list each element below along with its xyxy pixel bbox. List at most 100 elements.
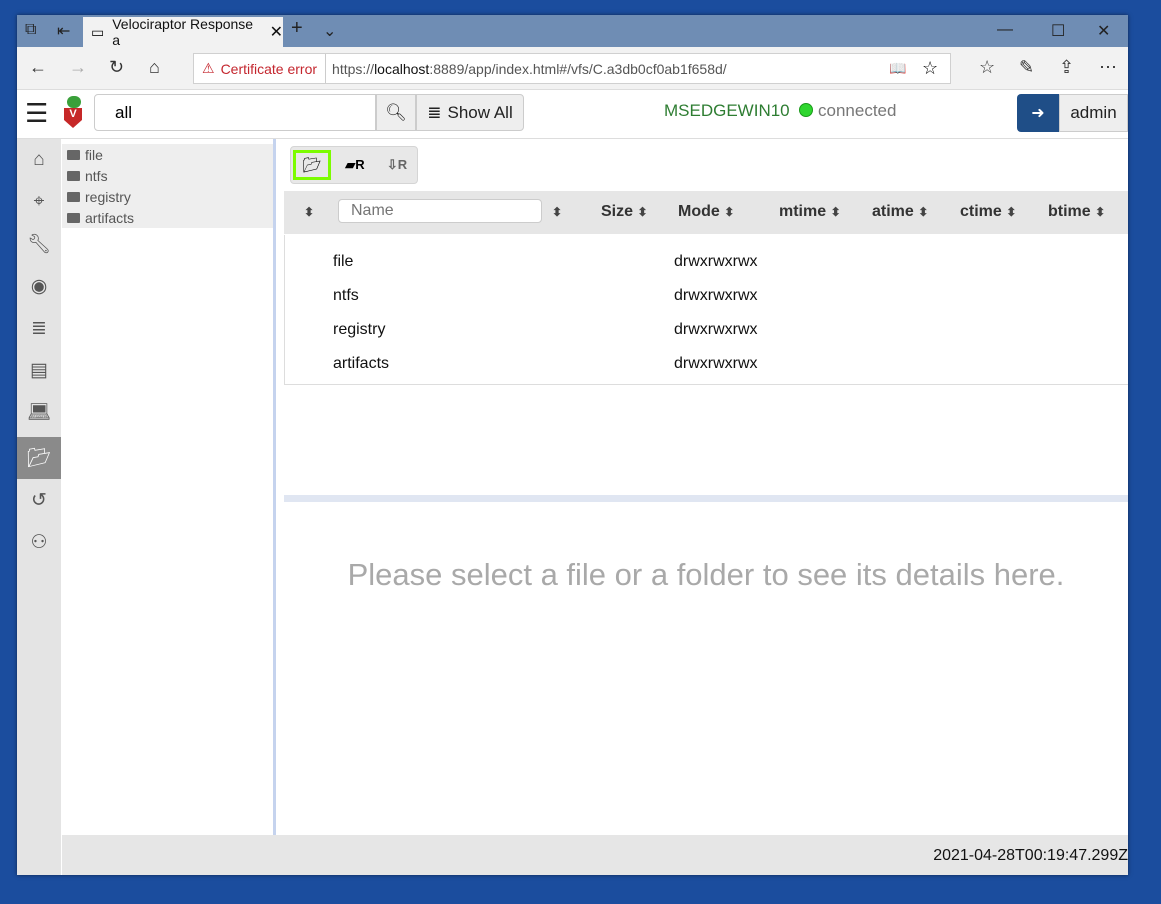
warning-icon: ⚠ [202,60,215,76]
notes-pen-icon[interactable]: ✎ [1019,57,1034,78]
file-mode: drwxrwxrwx [674,253,758,270]
home-icon: ⌂ [33,149,45,170]
nav-interrogate[interactable]: ⚇ [17,521,61,563]
tree-item[interactable]: registry [62,186,273,207]
favorite-star-icon[interactable]: ☆ [922,58,938,79]
file-mode: drwxrwxrwx [674,355,758,372]
search-icon: 🔍︎ [385,102,407,122]
tree-item[interactable]: file [62,144,273,165]
recursive-refresh-button[interactable]: ▰R [335,150,375,180]
server-icon: ≣ [427,102,442,122]
client-hostname: MSEDGEWIN10 [664,101,790,120]
sort-icon[interactable]: ⬍ [304,205,314,219]
app-header: ☰ V 🔍︎ ≣Show All MSEDGEWIN10 connected ➜… [17,90,1128,139]
url-host: localhost [374,60,430,77]
name-filter-input[interactable] [338,199,542,223]
vfs-toolbar: 📂︎ ▰R ⇩R [290,146,418,184]
column-atime[interactable]: atime ⬍ [872,203,928,221]
nav-server[interactable]: ≣ [17,307,61,349]
address-bar[interactable]: ⚠ Certificate error https://localhost:888… [193,53,951,84]
address-bar-row: ← → ↻ ⌂ ⚠ Certificate error https://local… [17,47,1128,90]
client-search-input[interactable] [94,94,376,131]
close-window-icon[interactable]: ✕ [1097,21,1110,41]
new-tab-icon[interactable]: + [291,17,303,40]
file-name: ntfs [333,287,359,304]
nav-home[interactable]: ⌂ [17,139,61,181]
tab-list-chevron-icon[interactable]: ⌄ [323,21,336,41]
favorites-list-icon[interactable]: ☆ [979,57,995,78]
more-icon[interactable]: ⋯ [1099,57,1117,78]
nav-notebooks[interactable]: ▤ [17,349,61,391]
column-label: mtime [779,203,827,220]
refresh-icon[interactable]: ↻ [109,57,124,78]
connection-status: connected [818,101,897,120]
table-row[interactable]: registry drwxrwxrwx [285,313,1128,347]
set-aside-tabs-icon[interactable]: ⇤ [57,21,70,41]
table-row[interactable]: artifacts drwxrwxrwx [285,347,1128,381]
details-placeholder: Please select a file or a folder to see … [347,557,1065,592]
folder-icon [67,191,80,202]
tree-item-label: registry [85,188,131,205]
reading-view-icon[interactable]: 📖 [889,60,906,77]
forward-icon[interactable]: → [69,57,87,78]
folder-open-icon: 📂︎ [26,448,52,469]
home-icon[interactable]: ⌂ [149,57,160,78]
column-label: atime [872,203,914,220]
download-recursive-icon: ⇩R [386,157,408,172]
maximize-icon[interactable]: ☐ [1051,21,1065,41]
tab-actions-icon[interactable]: ⧉ [25,21,36,39]
table-header: ⬍ ⬍ Size ⬍ Mode ⬍ mtime ⬍ atime ⬍ ctime … [284,191,1128,234]
show-all-button[interactable]: ≣ Show All [416,94,524,131]
velociraptor-logo: V [64,96,84,132]
file-details-panel: Please select a file or a folder to see … [284,495,1128,835]
url-path: :8889/app/index.html#/vfs/C.a3db0cf0ab1f… [429,60,727,77]
sign-out-icon: ➜ [1031,105,1045,122]
tab-velociraptor[interactable]: ▭ Velociraptor Response a ✕ [83,16,283,48]
share-icon[interactable]: ⇪ [1059,57,1074,78]
folder-open-icon: 📂︎ [302,157,322,174]
logout-button[interactable]: ➜ [1017,94,1059,132]
nav-client-info[interactable]: 💻︎ [17,391,61,433]
show-all-label: Show All [447,102,513,122]
folder-icon [67,149,80,160]
folder-icon [67,212,80,223]
sidebar-nav: ⌂ ⌖ 🔧︎ ◉ ≣ ▤ 💻︎ 📂︎ ↺ ⚇ [17,139,61,875]
back-icon[interactable]: ← [29,57,47,78]
close-tab-icon[interactable]: ✕ [270,22,283,42]
nav-events[interactable]: ◉ [17,265,61,307]
table-row[interactable]: file drwxrwxrwx [285,245,1128,279]
refresh-directory-button[interactable]: 📂︎ [293,150,331,180]
sort-name-icon[interactable]: ⬍ [552,205,562,219]
certificate-error[interactable]: ⚠ Certificate error [194,54,327,83]
user-menu-button[interactable]: admin [1059,94,1128,132]
sort-icon: ⬍ [1006,205,1017,219]
minimize-icon[interactable]: — [997,21,1013,39]
table-row[interactable]: ntfs drwxrwxrwx [285,279,1128,313]
history-icon: ↺ [31,489,47,511]
laptop-icon: 💻︎ [26,402,52,423]
column-mode[interactable]: Mode ⬍ [678,203,734,221]
column-size[interactable]: Size ⬍ [601,203,648,221]
column-label: Mode [678,203,720,220]
tree-item[interactable]: artifacts [62,207,273,228]
column-btime[interactable]: btime ⬍ [1048,203,1105,221]
connected-status-icon [799,103,813,117]
binoculars-icon: ⚇ [30,531,48,553]
hamburger-menu-icon[interactable]: ☰ [25,98,48,129]
tab-title: Velociraptor Response a [112,16,254,48]
tree-item[interactable]: ntfs [62,165,273,186]
column-ctime[interactable]: ctime ⬍ [960,203,1016,221]
column-label: Size [601,203,634,220]
nav-collected-artifacts[interactable]: ↺ [17,479,61,521]
nav-hunts[interactable]: ⌖ [17,181,61,223]
browser-window: ⧉ ⇤ ▭ Velociraptor Response a ✕ + ⌄ — ☐ … [17,15,1128,875]
username: admin [1070,103,1117,122]
nav-artifacts[interactable]: 🔧︎ [17,223,61,265]
search-button[interactable]: 🔍︎ [376,94,416,131]
nav-vfs[interactable]: 📂︎ [17,437,61,479]
column-mtime[interactable]: mtime ⬍ [779,203,841,221]
recursive-download-button[interactable]: ⇩R [377,150,417,180]
sort-icon: ⬍ [724,205,735,219]
tree-item-label: ntfs [85,167,108,184]
sort-icon: ⬍ [830,205,841,219]
